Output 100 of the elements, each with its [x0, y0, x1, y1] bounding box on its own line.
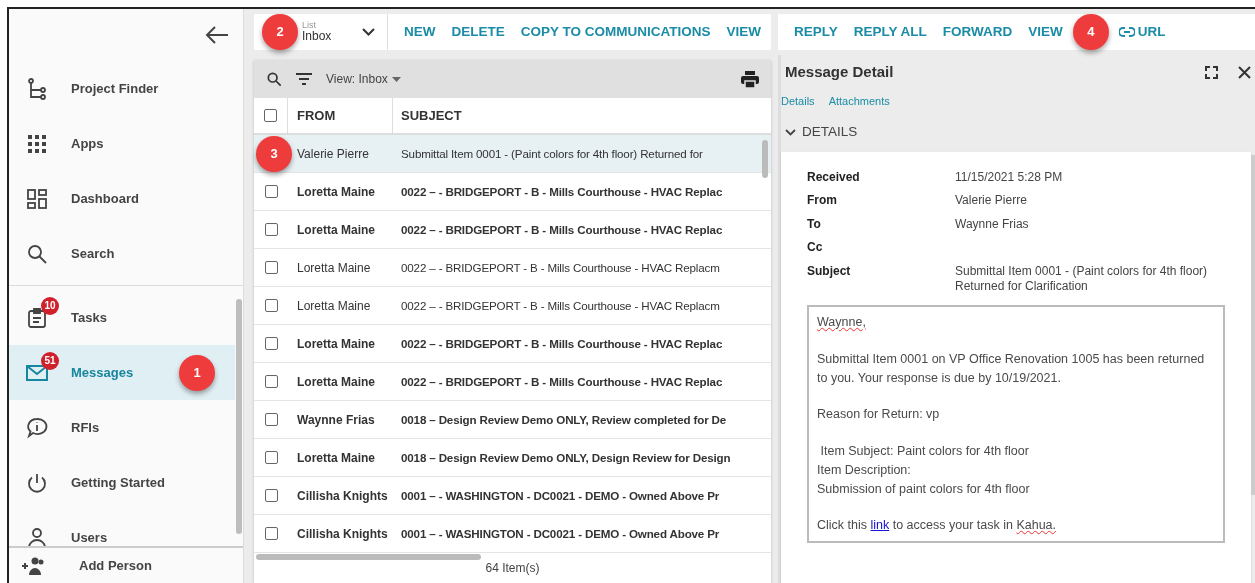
- checkbox[interactable]: [264, 337, 278, 350]
- scrollbar-thumb[interactable]: [236, 299, 242, 534]
- message-row[interactable]: Loretta Maine 0022 – - BRIDGEPORT - B - Mills Courthouse - HVAC Replac: [254, 211, 771, 249]
- callout-marker: 1: [179, 355, 215, 391]
- close-icon[interactable]: [1238, 65, 1251, 79]
- subject-cell-text: Submittal Item 0001 - (Paint colors for 4th floor) Returned for: [401, 145, 703, 162]
- dashboard-icon: [25, 186, 49, 211]
- toolbar-button[interactable]: VIEW: [718, 21, 770, 43]
- checkbox[interactable]: [264, 109, 277, 122]
- sidebar-item[interactable]: 10 Tasks: [9, 290, 235, 345]
- toolbar-button[interactable]: FORWARD: [934, 21, 1021, 43]
- filter-icon[interactable]: [296, 73, 312, 85]
- toolbar-button[interactable]: VIEW: [1020, 21, 1071, 43]
- subject-cell-text: 0022 – - BRIDGEPORT - B - Mills Courthouse - HVAC Replac: [401, 183, 723, 200]
- message-row[interactable]: Waynne Frias 0018 – Design Review Demo ONLY, Review completed for De: [254, 401, 771, 439]
- subject-cell-text: 0018 – Design Review Demo ONLY, Review completed for De: [401, 411, 727, 428]
- sidebar-item[interactable]: Getting Started: [9, 455, 235, 510]
- checkbox[interactable]: [264, 261, 278, 274]
- toolbar-button[interactable]: URL: [1110, 21, 1174, 43]
- toolbar-button[interactable]: REPLY: [786, 21, 846, 43]
- toolbar-button[interactable]: DELETE: [443, 21, 513, 43]
- field-label: From: [807, 193, 838, 209]
- column-header[interactable]: SUBJECT: [401, 105, 462, 126]
- subject-cell-text: 0022 – - BRIDGEPORT - B - Mills Courthouse - HVAC Replac: [401, 221, 723, 238]
- sender-cell-text: Loretta Maine: [297, 259, 371, 277]
- message-row[interactable]: Loretta Maine 0022 – - BRIDGEPORT - B - Mills Courthouse - HVAC Replac: [254, 173, 771, 211]
- view-dropdown[interactable]: View: Inbox: [326, 70, 401, 88]
- caret-icon: [391, 76, 401, 82]
- subject-cell-text: 0022 – - BRIDGEPORT - B - Mills Courthouse - HVAC Replacm: [401, 297, 720, 314]
- task-link[interactable]: link: [870, 518, 890, 533]
- field-label: To: [807, 216, 822, 233]
- message-row[interactable]: Loretta Maine 0022 – - BRIDGEPORT - B - Mills Courthouse - HVAC Replac: [254, 325, 771, 363]
- link-icon: [1118, 27, 1135, 37]
- tree-icon: [25, 76, 49, 101]
- body-text: Submittal Item 0001 on VP Office Renovation 1005 has been returned to you. Your response is due by 10/19/2021.: [817, 350, 1206, 387]
- back-arrow-icon[interactable]: [205, 25, 229, 45]
- sidebar-item[interactable]: Search: [9, 226, 235, 281]
- subject-cell-text: 0001 – - WASHINGTON - DC0021 - DEMO - Owned Above Pr: [401, 487, 720, 504]
- sidebar-item[interactable]: 51 Messages 1: [9, 345, 235, 400]
- checkbox[interactable]: [264, 413, 278, 426]
- section-header[interactable]: DETAILS: [781, 109, 1255, 144]
- field-label: Cc: [807, 240, 824, 256]
- chevron-down-icon: [362, 28, 375, 36]
- list-dropdown[interactable]: 2 List Inbox: [254, 14, 388, 50]
- checkbox[interactable]: [264, 223, 278, 236]
- checkbox[interactable]: [264, 299, 278, 312]
- sender-cell-text: Loretta Maine: [297, 183, 375, 201]
- sender-cell-text: Valerie Pierre: [297, 145, 369, 163]
- sidebar-item[interactable]: Users: [9, 510, 235, 546]
- field-value: Valerie Pierre: [955, 193, 1027, 209]
- message-row[interactable]: Loretta Maine 0022 – - BRIDGEPORT - B - Mills Courthouse - HVAC Replac: [254, 363, 771, 401]
- message-row[interactable]: Loretta Maine 0022 – - BRIDGEPORT - B - Mills Courthouse - HVAC Replacm: [254, 287, 771, 325]
- sender-cell-text: Cillisha Knights: [297, 487, 388, 505]
- sidebar-item[interactable]: Dashboard: [9, 171, 235, 226]
- search-icon[interactable]: [266, 71, 282, 87]
- sender-cell-text: Loretta Maine: [297, 449, 375, 467]
- item-count: 64 Item(s): [485, 561, 540, 575]
- checkbox[interactable]: [264, 375, 278, 388]
- user-icon: [25, 525, 49, 546]
- toolbar-button[interactable]: REPLY ALL: [845, 21, 935, 43]
- callout-marker: 2: [262, 14, 298, 50]
- sender-cell-text: Loretta Maine: [297, 373, 375, 391]
- sender-cell-text: Waynne Frias: [297, 411, 375, 429]
- field-value: Waynne Frias: [955, 216, 1029, 233]
- message-row[interactable]: 3 Valerie Pierre Submittal Item 0001 - (Paint colors for 4th floor) Returned for: [254, 135, 771, 173]
- callout-marker: 3: [256, 136, 292, 172]
- subject-cell-text: 0022 – - BRIDGEPORT - B - Mills Courthouse - HVAC Replacm: [401, 259, 720, 276]
- checkbox[interactable]: [264, 185, 278, 198]
- body-text: Item Description:: [817, 461, 912, 479]
- count-badge: 51: [41, 351, 59, 370]
- column-header[interactable]: FROM: [297, 105, 336, 126]
- checkbox[interactable]: [264, 527, 278, 540]
- sidebar-item[interactable]: Project Finder: [9, 61, 235, 116]
- add-person-item[interactable]: Add Person: [9, 546, 243, 583]
- checkbox[interactable]: [264, 451, 278, 464]
- toolbar-button[interactable]: NEW: [396, 21, 444, 43]
- scrollbar-thumb[interactable]: [256, 554, 481, 560]
- scrollbar-thumb[interactable]: [762, 140, 768, 178]
- sender-cell-text: Cillisha Knights: [297, 525, 388, 543]
- scrollbar-track[interactable]: [1251, 155, 1255, 495]
- field-value: 11/15/2021 5:28 PM: [955, 169, 1063, 186]
- count-badge: 10: [41, 296, 59, 315]
- printer-icon[interactable]: [741, 70, 759, 88]
- message-row[interactable]: Cillisha Knights 0001 – - WASHINGTON - DC0021 - DEMO - Owned Above Pr: [254, 477, 771, 515]
- toolbar-button[interactable]: COPY TO COMMUNICATIONS: [512, 21, 719, 43]
- field-label: Subject: [807, 263, 852, 280]
- field-label: Received: [807, 169, 861, 186]
- chevron-icon: [785, 127, 796, 138]
- body-text: Submission of paint colors for 4th floor: [817, 480, 1031, 498]
- subject-cell-text: 0022 – - BRIDGEPORT - B - Mills Courthouse - HVAC Replac: [401, 335, 723, 352]
- sender-cell-text: Loretta Maine: [297, 297, 371, 315]
- checkbox[interactable]: [264, 489, 278, 502]
- sidebar-item[interactable]: Apps: [9, 116, 235, 171]
- sidebar-item[interactable]: RFIs: [9, 400, 235, 455]
- message-row[interactable]: Loretta Maine 0018 – Design Review Demo ONLY, Design Review for Design: [254, 439, 771, 477]
- message-row[interactable]: Loretta Maine 0022 – - BRIDGEPORT - B - Mills Courthouse - HVAC Replacm: [254, 249, 771, 287]
- info-bubble-icon: [25, 415, 49, 440]
- expand-icon[interactable]: [1205, 65, 1218, 79]
- body-text: Item Subject: Paint colors for 4th floor: [819, 443, 1030, 461]
- message-row[interactable]: Cillisha Knights 0001 – - WASHINGTON - DC0021 - DEMO - Owned Above Pr: [254, 515, 771, 553]
